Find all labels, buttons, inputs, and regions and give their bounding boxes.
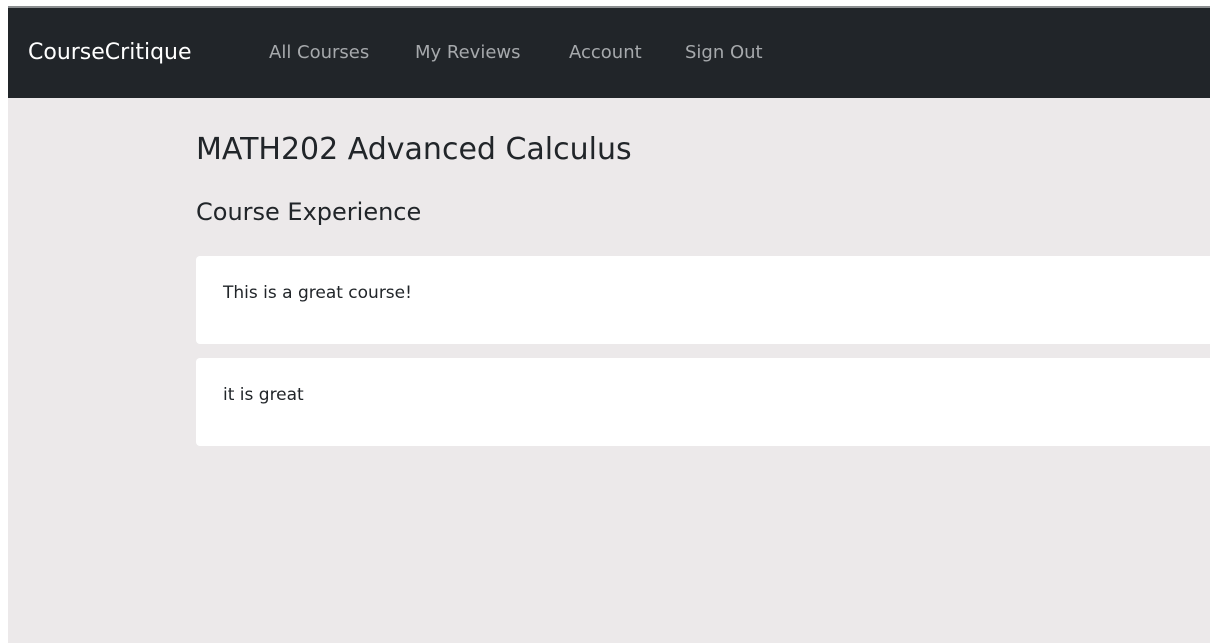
nav-account[interactable]: Account (569, 8, 642, 98)
review-text: it is great (223, 385, 304, 405)
review-card: it is great (196, 358, 1210, 446)
navbar: CourseCritique All Courses My Reviews Ac… (8, 8, 1210, 98)
nav-all-courses[interactable]: All Courses (269, 8, 369, 98)
page-title: MATH202 Advanced Calculus (196, 132, 632, 167)
app-shell: CourseCritique All Courses My Reviews Ac… (8, 8, 1210, 643)
review-card: This is a great course! (196, 256, 1210, 344)
section-title: Course Experience (196, 198, 422, 226)
nav-my-reviews[interactable]: My Reviews (415, 8, 521, 98)
brand-link[interactable]: CourseCritique (28, 8, 192, 98)
review-text: This is a great course! (223, 283, 412, 303)
nav-sign-out[interactable]: Sign Out (685, 8, 763, 98)
